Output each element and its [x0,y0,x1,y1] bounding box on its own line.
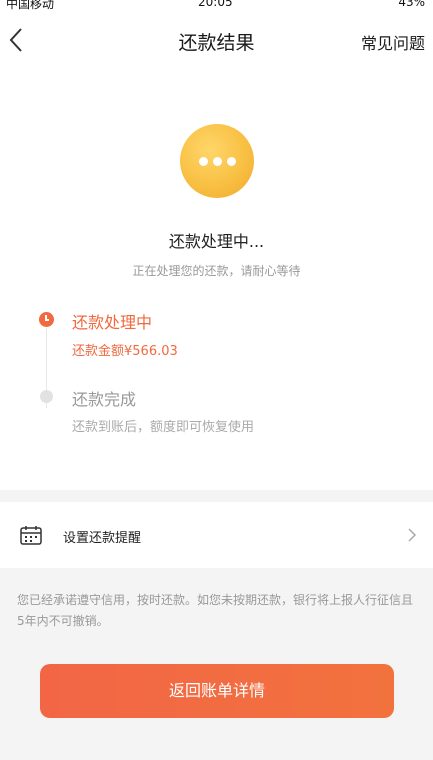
reminder-label: 设置还款提醒 [63,531,142,546]
step-processing-title: 还款处理中 [72,313,153,332]
nav-bar: 还款结果 常见问题 [0,14,433,66]
repayment-status-card: 还款处理中... 正在处理您的还款，请耐心等待 还款处理中 还款金额¥566.0… [0,66,433,490]
battery-percentage: 43% [398,0,425,9]
return-to-bill-button[interactable]: 返回账单详情 [40,664,394,718]
faq-link[interactable]: 常见问题 [361,30,425,54]
carrier-label: 中国移动 [6,0,55,11]
status-title: 还款处理中... [168,232,265,251]
set-reminder-row[interactable]: 设置还款提醒 [0,502,433,568]
step-complete-desc: 还款到账后，额度即可恢复使用 [72,420,255,435]
step-processing-amount: 还款金额¥566.03 [72,344,178,359]
pending-dot-icon [40,390,53,403]
status-subtitle: 正在处理您的还款，请耐心等待 [132,264,301,278]
status-bar: 中国移动 20:05 43% [0,0,433,14]
status-time: 20:05 [198,0,233,9]
clock-icon [39,312,54,327]
step-complete-title: 还款完成 [72,390,137,409]
chevron-right-icon [408,528,417,542]
credit-notice: 您已经承诺遵守信用，按时还款。如您未按期还款，银行将上报人行征信且5年内不可撤销… [17,593,414,628]
calendar-icon [20,526,42,545]
processing-dots-icon [180,124,254,198]
